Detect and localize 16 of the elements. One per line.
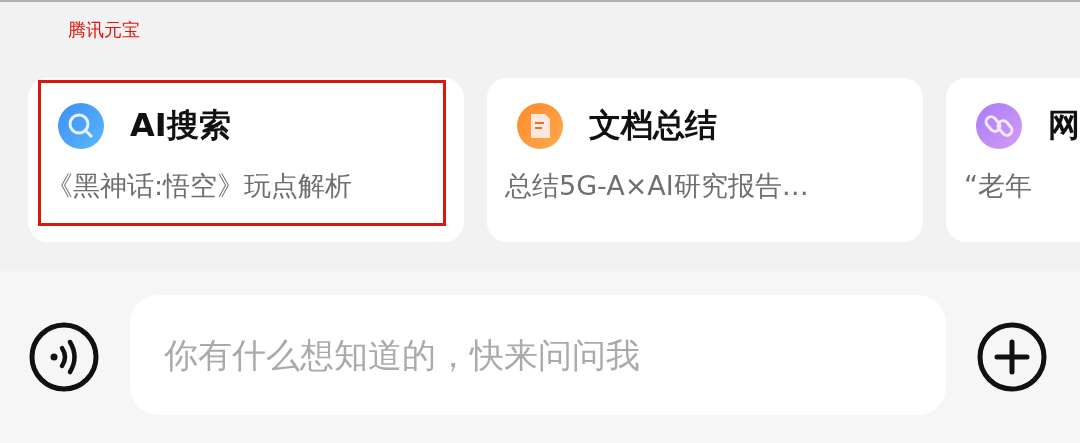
caption-text: 腾讯元宝 <box>68 19 140 40</box>
card-title: AI搜索 <box>130 105 231 146</box>
add-button[interactable] <box>976 321 1048 393</box>
card-subtitle: 总结5G-A×AI研究报告… <box>505 169 810 203</box>
voice-button[interactable] <box>28 321 100 393</box>
card-title: 文档总结 <box>589 105 717 146</box>
search-icon <box>58 103 104 149</box>
feature-card[interactable]: 网 “老年 <box>946 78 1080 242</box>
link-icon <box>976 103 1022 149</box>
document-icon <box>517 103 563 149</box>
card-subtitle: 《黑神话:悟空》玩点解析 <box>46 169 354 203</box>
card-subtitle: “老年 <box>964 169 1033 203</box>
feature-card[interactable]: AI搜索 《黑神话:悟空》玩点解析 <box>28 78 464 242</box>
feature-card[interactable]: 文档总结 总结5G-A×AI研究报告… <box>487 78 923 242</box>
message-input-field[interactable]: 你有什么想知道的，快来问问我 <box>130 295 946 415</box>
card-title: 网 <box>1048 105 1080 146</box>
